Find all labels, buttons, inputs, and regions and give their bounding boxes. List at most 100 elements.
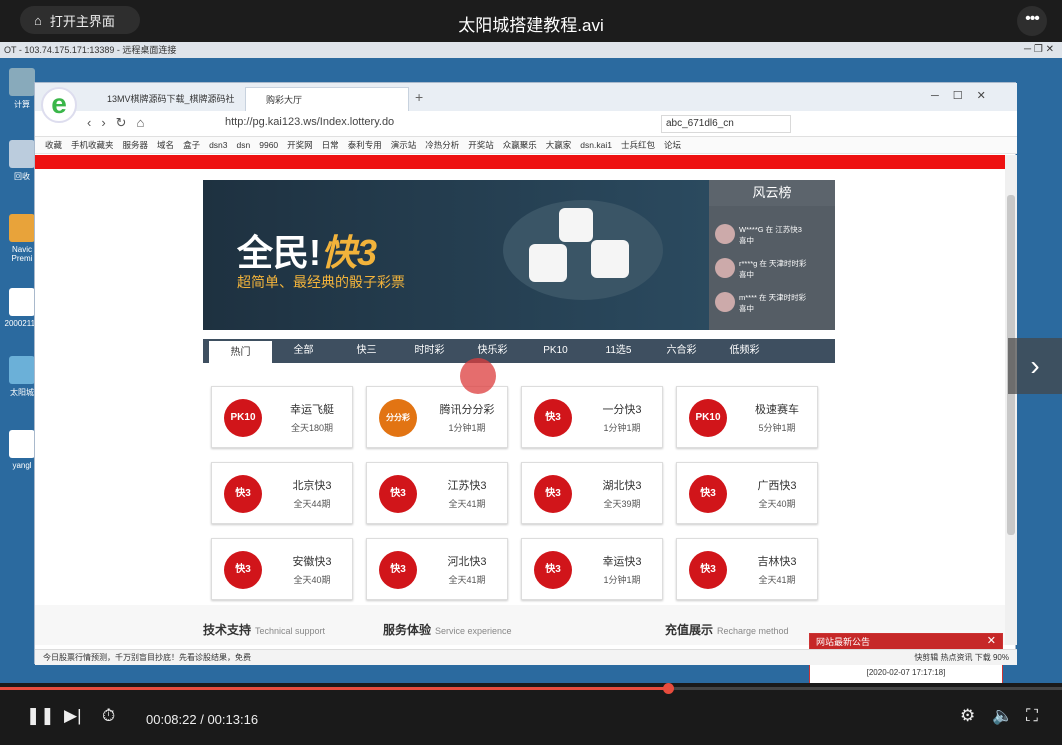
game-card[interactable]: 快3 北京快3 全天44期 — [211, 462, 353, 524]
more-options-button[interactable]: ••• — [1017, 6, 1047, 36]
progress-handle[interactable] — [663, 683, 675, 694]
win-line: W****G 在 江苏快3 — [739, 225, 802, 234]
banner-title: 全民!快3 — [237, 224, 377, 276]
banner[interactable]: 全民!快3 超简单、最经典的骰子彩票 — [203, 180, 709, 330]
footer-title: 技术支持 — [203, 623, 252, 637]
browser-window: 13MV棋牌源码下载_棋牌源码社区 购彩大厅 + ─☐✕ ‹›↻⌂ http:/… — [34, 82, 1017, 683]
bookmark[interactable]: 演示站 — [391, 140, 417, 150]
status-tools[interactable]: 快剪辑 热点资讯 下载 90% — [914, 650, 1009, 665]
url-field[interactable]: http://pg.kai123.ws/Index.lottery.do — [225, 116, 394, 128]
pk10-logo-icon: PK10 — [224, 399, 262, 437]
lottery-page: 全民!快3 超简单、最经典的骰子彩票 风云榜 W****G 在 江苏快3 喜中 r… — [35, 155, 1005, 645]
bookmark[interactable]: 9960 — [259, 140, 278, 150]
game-card[interactable]: 快3 河北快3 全天41期 — [366, 538, 508, 600]
game-card[interactable]: PK10 极速赛车 5分钟1期 — [676, 386, 818, 448]
timer-icon[interactable]: ⏱ — [102, 706, 115, 726]
game-schedule: 全天40期 — [758, 499, 796, 509]
avatar — [715, 258, 735, 278]
close-icon[interactable]: ✕ — [987, 634, 996, 647]
desktop-icon-label: 计算 — [14, 100, 30, 109]
search-input[interactable]: abc_671dl6_cn — [661, 115, 791, 133]
game-schedule: 全天41期 — [758, 575, 796, 585]
game-card[interactable]: 快3 江苏快3 全天41期 — [366, 462, 508, 524]
footer-heading: 技术支持 Technical support — [203, 621, 325, 638]
bookmark[interactable]: 服务器 — [123, 140, 149, 150]
desktop-icon-label: 回收 — [14, 172, 30, 181]
game-card[interactable]: 快3 幸运快3 1分钟1期 — [521, 538, 663, 600]
bookmark[interactable]: 泰利专用 — [348, 140, 382, 150]
game-name: 幸运快3 — [602, 556, 642, 568]
game-schedule: 全天41期 — [448, 499, 486, 509]
navicat-icon — [9, 214, 35, 242]
bookmark[interactable]: dsn3 — [209, 140, 227, 150]
banner-title-b: 快3 — [321, 232, 378, 273]
game-card[interactable]: PK10 幸运飞艇 全天180期 — [211, 386, 353, 448]
tab-ssc[interactable]: 时时彩 — [398, 339, 461, 363]
bookmark[interactable]: 论坛 — [664, 140, 681, 150]
time-display: 00:08:22 / 00:13:16 — [146, 712, 259, 727]
bookmark[interactable]: 域名 — [157, 140, 174, 150]
header-strip — [35, 155, 1005, 169]
game-name: 河北快3 — [447, 556, 487, 568]
tab-lottery-hall[interactable]: 购彩大厅 — [245, 87, 409, 111]
game-card[interactable]: 分分彩 腾讯分分彩 1分钟1期 — [366, 386, 508, 448]
status-news[interactable]: 今日股票行情预测，千万别盲目抄底！先看诊股结果，免费 — [43, 653, 251, 662]
tab-all[interactable]: 全部 — [272, 339, 335, 363]
game-schedule: 全天40期 — [293, 575, 331, 585]
dice-icon — [591, 240, 629, 278]
progress-fill — [0, 687, 670, 690]
tab-11x5[interactable]: 11选5 — [587, 339, 650, 363]
game-schedule: 全天41期 — [448, 575, 486, 585]
tab-k3[interactable]: 快三 — [335, 339, 398, 363]
bookmark[interactable]: 众赢聚乐 — [503, 140, 537, 150]
nav-buttons[interactable]: ‹›↻⌂ — [87, 115, 154, 131]
tab-dpc[interactable]: 低频彩 — [713, 339, 776, 363]
next-arrow-icon[interactable]: › — [1008, 338, 1062, 394]
bookmark[interactable]: 开奖网 — [287, 140, 313, 150]
settings-gear-icon[interactable]: ⚙ — [960, 706, 975, 726]
dice-icon — [529, 244, 567, 282]
bookmark[interactable]: dsn — [237, 140, 251, 150]
page-scrollbar[interactable] — [1005, 155, 1017, 645]
next-track-icon[interactable]: ▶| — [64, 706, 82, 726]
bookmark[interactable]: 大赢家 — [546, 140, 572, 150]
win-item: m**** 在 天津时时彩 喜中 — [715, 292, 833, 322]
game-card[interactable]: 快3 一分快3 1分钟1期 — [521, 386, 663, 448]
tab-pk10[interactable]: PK10 — [524, 339, 587, 363]
bookmark[interactable]: 盒子 — [183, 140, 200, 150]
bookmark[interactable]: 开奖站 — [468, 140, 494, 150]
game-card[interactable]: 快3 安徽快3 全天40期 — [211, 538, 353, 600]
game-name: 安徽快3 — [292, 556, 332, 568]
window-controls[interactable]: ─☐✕ — [931, 89, 1000, 102]
win-item: W****G 在 江苏快3 喜中 — [715, 224, 833, 254]
bookmark[interactable]: 日常 — [322, 140, 339, 150]
fullscreen-icon[interactable]: ⛶ — [1026, 706, 1038, 726]
pause-icon[interactable]: ❚❚ — [26, 706, 55, 726]
ffc-logo-icon: 分分彩 — [379, 399, 417, 437]
game-name: 广西快3 — [757, 480, 797, 492]
game-card[interactable]: 快3 广西快3 全天40期 — [676, 462, 818, 524]
game-card[interactable]: 快3 湖北快3 全天39期 — [521, 462, 663, 524]
tab-hot[interactable]: 热门 — [209, 341, 272, 363]
new-tab-icon[interactable]: + — [415, 89, 423, 105]
tab-source[interactable]: 13MV棋牌源码下载_棋牌源码社区 — [87, 87, 237, 128]
game-card[interactable]: 快3 吉林快3 全天41期 — [676, 538, 818, 600]
bookmark[interactable]: 士兵红包 — [621, 140, 655, 150]
game-name: 吉林快3 — [757, 556, 797, 568]
video-frame: OT - 103.74.175.171:13389 - 远程桌面连接 ─ ❐ ✕… — [0, 42, 1062, 683]
video-title: 太阳城搭建教程.avi — [458, 16, 604, 35]
bookmark[interactable]: dsn.kai1 — [580, 140, 612, 150]
tab-lhc[interactable]: 六合彩 — [650, 339, 713, 363]
pk10-logo-icon: PK10 — [689, 399, 727, 437]
rdp-titlebar: OT - 103.74.175.171:13389 - 远程桌面连接 ─ ❐ ✕ — [0, 42, 1062, 58]
bookmark[interactable]: 手机收藏夹 — [71, 140, 114, 150]
rdp-window-controls[interactable]: ─ ❐ ✕ — [1024, 42, 1054, 58]
footer-subtitle: Recharge method — [717, 626, 789, 636]
footer-subtitle: Service experience — [435, 626, 512, 636]
bookmark[interactable]: 收藏 — [45, 140, 62, 150]
k3-logo-icon: 快3 — [689, 475, 727, 513]
volume-icon[interactable]: 🔈 — [992, 706, 1013, 726]
bookmark[interactable]: 冷热分析 — [425, 140, 459, 150]
footer-heading: 充值展示 Recharge method — [665, 621, 789, 638]
game-name: 幸运飞艇 — [290, 404, 334, 416]
